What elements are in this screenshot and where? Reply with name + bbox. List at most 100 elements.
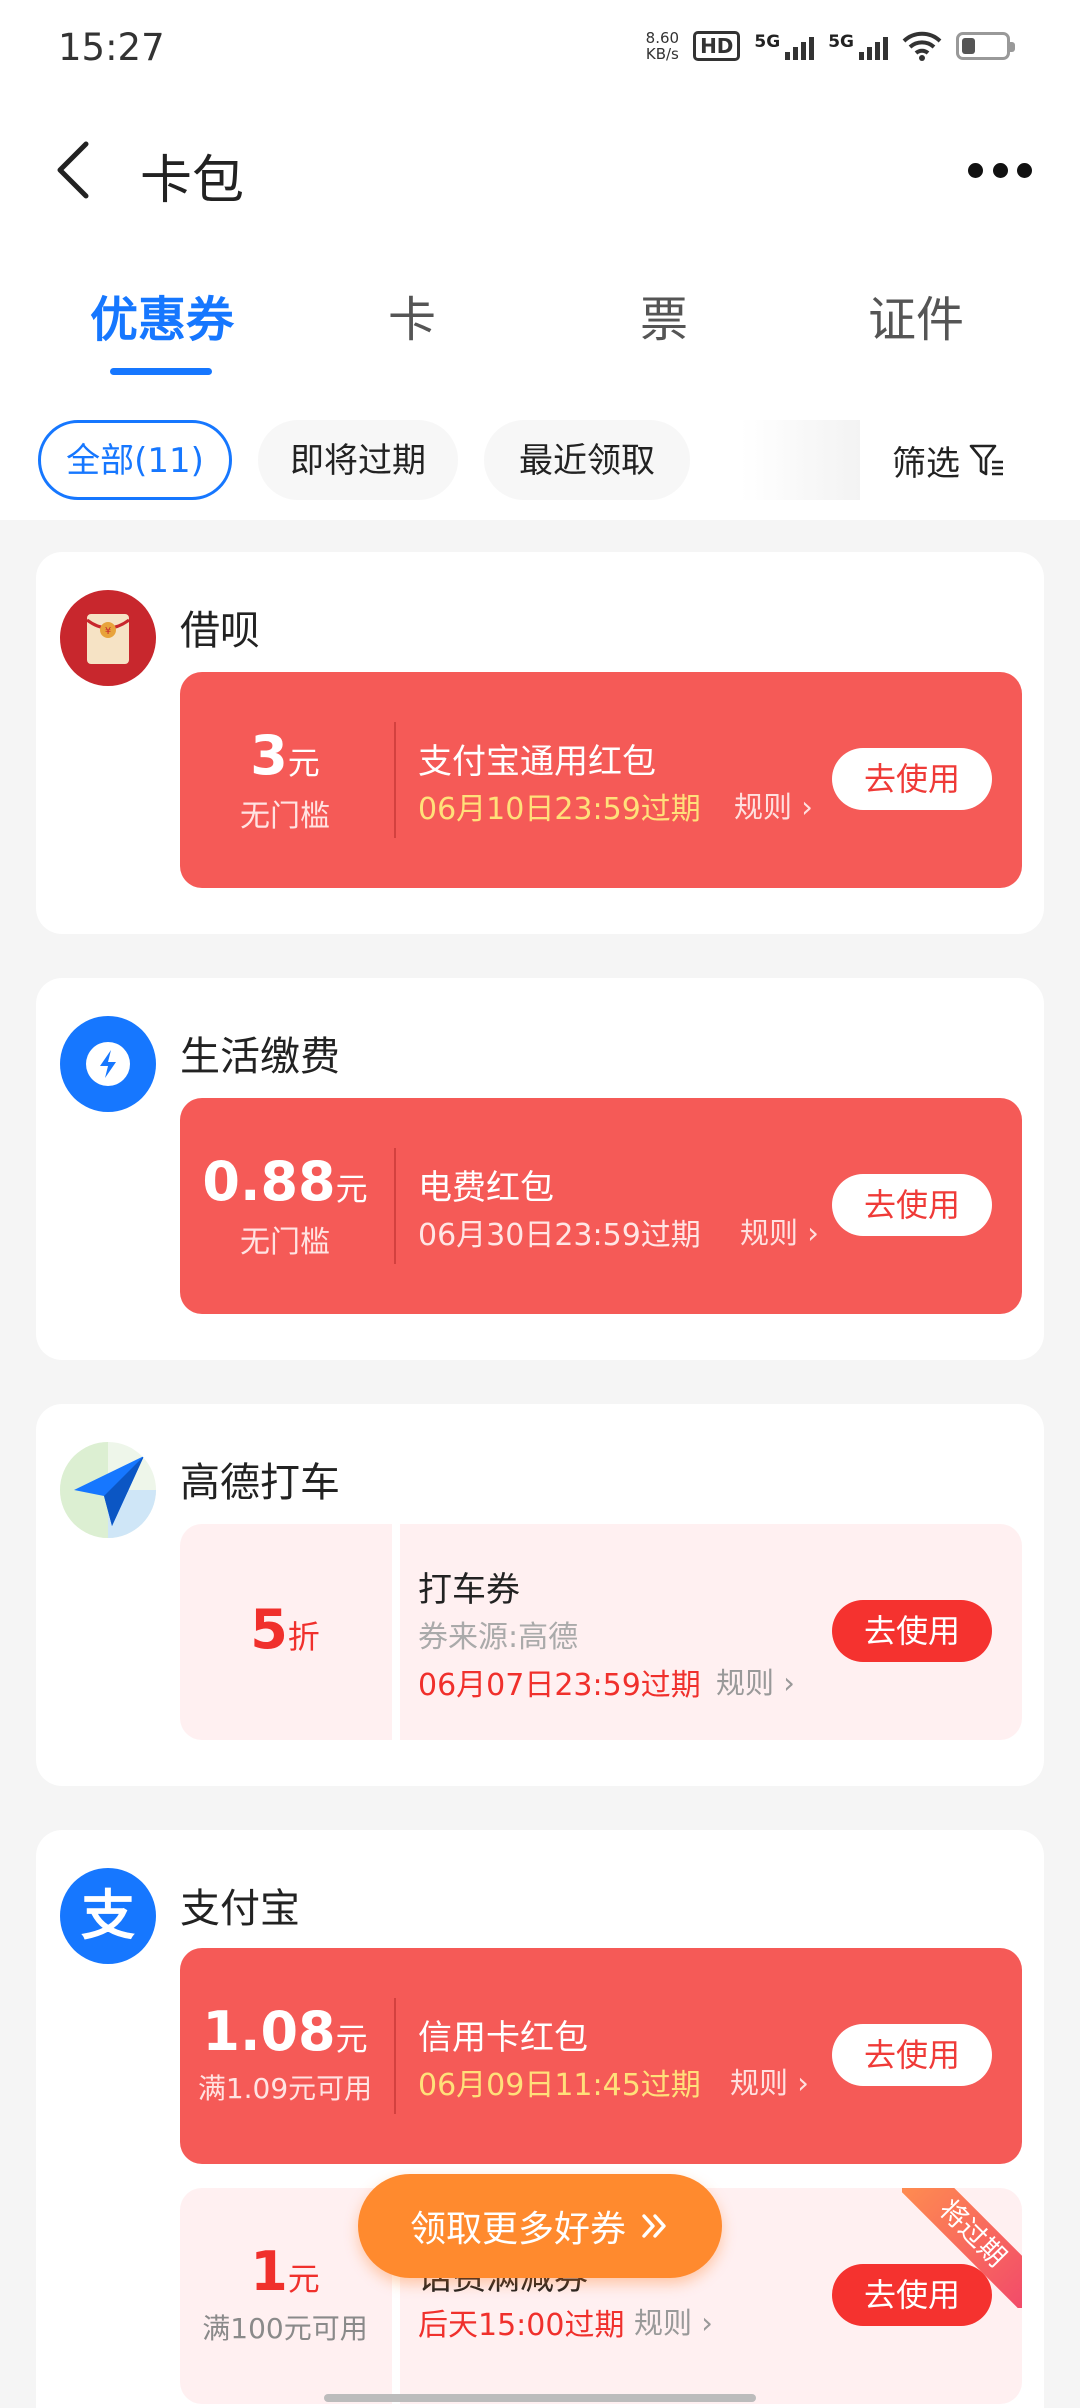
net-speed-value: 8.60: [645, 29, 680, 47]
coupon-expiry: 06月09日11:45过期: [418, 2068, 701, 2103]
coupon-condition: 满100元可用: [202, 2312, 368, 2345]
coupon-amount: 1元 满100元可用: [180, 2240, 390, 2347]
utility-logo-icon: [60, 1016, 156, 1112]
coupon-card[interactable]: 1.08元 满1.09元可用 信用卡红包 06月09日11:45过期 规则 › …: [180, 1948, 1022, 2164]
svg-text:¥: ¥: [105, 626, 111, 637]
use-button[interactable]: 去使用: [832, 1600, 992, 1662]
coupon-rule-link[interactable]: 规则 ›: [740, 1210, 819, 1252]
filter-fade: [740, 420, 860, 500]
coupon-condition: 满1.09元可用: [197, 2072, 373, 2105]
ribbon-label: 将过期: [902, 2188, 1022, 2308]
use-button[interactable]: 去使用: [832, 2024, 992, 2086]
net-speed: 8.60 KB/s: [646, 30, 679, 62]
battery-icon: [956, 32, 1015, 60]
get-more-coupons-button[interactable]: 领取更多好券: [358, 2174, 722, 2278]
status-bar: 15:27 8.60 KB/s HD 5G 5G: [0, 0, 1080, 100]
tab-ids[interactable]: 证件: [816, 280, 1016, 350]
status-time: 15:27: [58, 26, 165, 69]
use-button[interactable]: 去使用: [832, 748, 992, 810]
funnel-icon: [969, 444, 1003, 476]
tab-coupons[interactable]: 优惠券: [62, 280, 262, 350]
status-icons: 8.60 KB/s HD 5G 5G: [646, 30, 1015, 62]
coupon-value: 3: [250, 724, 288, 787]
rule-label: 规则: [740, 1216, 799, 1250]
coupon-unit: 元: [287, 744, 320, 782]
home-indicator[interactable]: [324, 2394, 756, 2402]
coupon-source: 券来源:高德: [418, 1620, 579, 1655]
svg-text:支: 支: [81, 1884, 135, 1947]
coupon-amount: 3元 无门槛: [180, 724, 390, 835]
chevron-right-icon: ›: [807, 1216, 819, 1250]
coupon-divider: [394, 1148, 396, 1264]
alipay-logo-icon: 支: [60, 1868, 156, 1964]
coupon-divider: [394, 1998, 396, 2114]
rule-label: 规则: [716, 1666, 775, 1700]
coupon-rule-link[interactable]: 规则 ›: [716, 1660, 795, 1702]
page-title: 卡包: [140, 151, 245, 211]
coupon-card[interactable]: 3元 无门槛 支付宝通用红包 06月10日23:59过期 规则 › 去使用: [180, 672, 1022, 888]
use-button[interactable]: 去使用: [832, 1174, 992, 1236]
filter-chip-all[interactable]: 全部(11): [38, 420, 232, 500]
filter-chip-expiring[interactable]: 即将过期: [258, 420, 458, 500]
coupon-name: 电费红包: [418, 1168, 554, 1208]
wifi-icon: [902, 31, 942, 61]
coupon-unit: 元: [287, 2260, 320, 2298]
coupon-expiry: 06月30日23:59过期: [418, 1218, 701, 1253]
coupon-card[interactable]: 5折 打车券 券来源:高德 06月07日23:59过期 规则 › 去使用: [180, 1524, 1022, 1740]
coupon-split: [392, 1524, 400, 1740]
expiring-ribbon: 将过期: [902, 2188, 1022, 2308]
sim1-label: 5G: [754, 32, 781, 52]
signal-icon: 5G: [754, 32, 815, 60]
app-header: 卡包: [0, 120, 1080, 220]
tab-cards[interactable]: 卡: [312, 280, 512, 350]
tab-bar: 优惠券 卡 票 证件: [0, 270, 1080, 380]
coupon-group-utility: 生活缴费 0.88元 无门槛 电费红包 06月30日23:59过期 规则 › 去…: [36, 978, 1044, 1360]
brand-name: 借呗: [180, 608, 260, 654]
coupon-unit: 元: [335, 2020, 368, 2058]
float-button-label: 领取更多好券: [409, 2209, 626, 2250]
amap-logo-icon: [60, 1442, 156, 1538]
jiebei-logo-icon: ¥: [60, 590, 156, 686]
coupon-rule-link[interactable]: 规则 ›: [730, 2060, 809, 2102]
chevron-right-icon: ›: [801, 790, 813, 824]
tab-tickets[interactable]: 票: [564, 280, 764, 350]
coupon-name: 支付宝通用红包: [418, 742, 656, 782]
coupon-group-amap-taxi: 高德打车 5折 打车券 券来源:高德 06月07日23:59过期 规则 › 去使…: [36, 1404, 1044, 1786]
coupon-group-jiebei: ¥ 借呗 3元 无门槛 支付宝通用红包 06月10日23:59过期 规则 › 去…: [36, 552, 1044, 934]
brand-name: 支付宝: [180, 1886, 300, 1932]
coupon-rule-link[interactable]: 规则 ›: [734, 784, 813, 826]
coupon-value: 1: [250, 2240, 288, 2303]
coupon-group-alipay: 支 支付宝 1.08元 满1.09元可用 信用卡红包 06月09日11:45过期…: [36, 1830, 1044, 2408]
sim2-label: 5G: [828, 32, 854, 52]
coupon-condition: 无门槛: [240, 1225, 330, 1260]
filter-bar: 全部(11) 即将过期 最近领取 筛选: [0, 420, 1080, 500]
coupon-expiry: 06月10日23:59过期: [418, 792, 701, 827]
coupon-amount: 1.08元 满1.09元可用: [180, 2000, 390, 2107]
coupon-name: 信用卡红包: [418, 2018, 588, 2058]
coupon-amount: 0.88元 无门槛: [180, 1150, 390, 1261]
coupon-condition: 无门槛: [240, 799, 330, 834]
brand-name: 高德打车: [180, 1460, 340, 1506]
signal-icon-2: 5G: [828, 32, 888, 60]
filter-button[interactable]: 筛选: [892, 420, 1006, 500]
hd-icon: HD: [693, 31, 741, 61]
coupon-expiry: 06月07日23:59过期: [418, 1668, 701, 1703]
chevron-right-icon: ›: [797, 2066, 809, 2100]
battery-level: [962, 38, 975, 54]
coupon-divider: [394, 722, 396, 838]
coupon-value: 5: [250, 1598, 288, 1661]
more-icon[interactable]: [968, 148, 1032, 192]
back-icon[interactable]: [48, 138, 108, 202]
rule-label: 规则: [634, 2306, 693, 2340]
coupon-value: 0.88: [202, 1150, 336, 1213]
coupon-rule-link[interactable]: 规则 ›: [634, 2300, 713, 2342]
filter-label: 筛选: [892, 443, 960, 484]
active-tab-indicator: [110, 368, 212, 375]
filter-chip-recent[interactable]: 最近领取: [484, 420, 690, 500]
coupon-card[interactable]: 0.88元 无门槛 电费红包 06月30日23:59过期 规则 › 去使用: [180, 1098, 1022, 1314]
chevron-right-icon: ›: [701, 2306, 713, 2340]
rule-label: 规则: [734, 790, 793, 824]
rule-label: 规则: [730, 2066, 789, 2100]
coupon-unit: 折: [287, 1618, 320, 1656]
brand-name: 生活缴费: [180, 1034, 340, 1080]
